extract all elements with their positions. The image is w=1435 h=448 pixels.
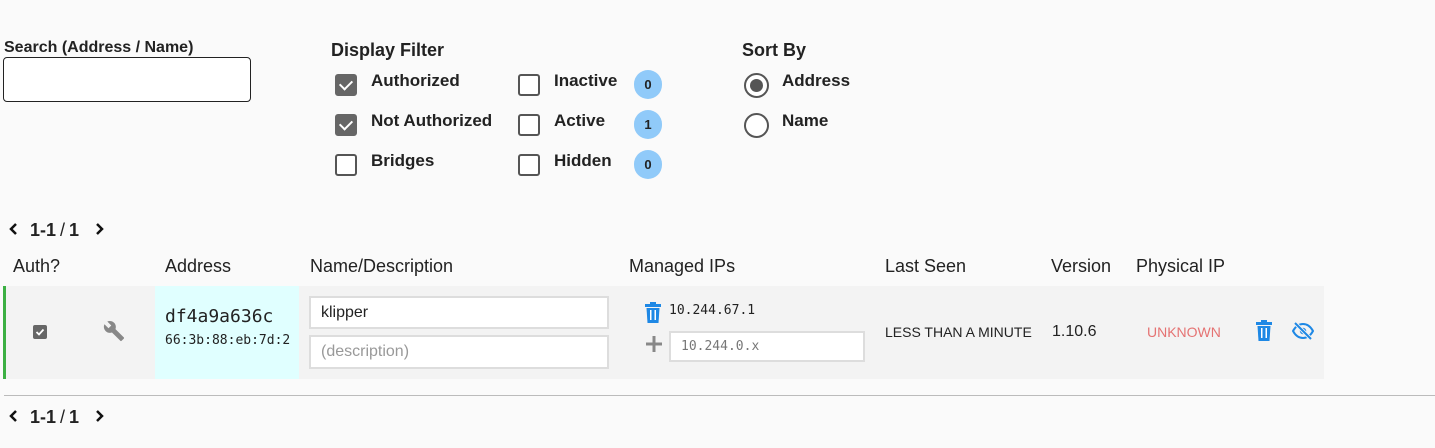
pager-top: 1-1 / 1 bbox=[2, 220, 111, 241]
sort-by-title: Sort By bbox=[742, 40, 807, 60]
pager-separator: / bbox=[60, 407, 66, 427]
inactive-label: Inactive bbox=[554, 71, 618, 90]
active-checkbox[interactable] bbox=[518, 114, 540, 136]
pager-total: 1 bbox=[69, 407, 80, 427]
chevron-left-icon[interactable] bbox=[2, 220, 24, 241]
header-last-seen: Last Seen bbox=[885, 256, 967, 276]
sort-name-radio[interactable] bbox=[744, 113, 769, 138]
sort-address-radio[interactable] bbox=[744, 73, 769, 98]
chevron-right-icon[interactable] bbox=[89, 407, 111, 428]
inactive-count-badge: 0 bbox=[634, 70, 662, 99]
pager-separator: / bbox=[60, 220, 66, 240]
not-authorized-checkbox[interactable] bbox=[335, 114, 357, 136]
plus-icon[interactable] bbox=[645, 335, 663, 358]
authorized-label: Authorized bbox=[371, 71, 460, 90]
member-mac: 66:3b:88:eb:7d:2 bbox=[165, 333, 291, 348]
sort-address-label: Address bbox=[782, 71, 851, 90]
new-ip-input[interactable]: 10.244.0.x bbox=[669, 331, 865, 362]
search-label: Search (Address / Name) bbox=[4, 39, 194, 56]
not-authorized-label: Not Authorized bbox=[371, 111, 493, 130]
auth-checkbox[interactable] bbox=[33, 325, 47, 339]
member-name-input[interactable]: klipper bbox=[309, 296, 609, 329]
sort-name-label: Name bbox=[782, 111, 829, 130]
bridges-label: Bridges bbox=[371, 151, 435, 170]
chevron-left-icon[interactable] bbox=[2, 407, 24, 428]
header-managed-ips: Managed IPs bbox=[629, 256, 736, 276]
managed-ip: 10.244.67.1 bbox=[669, 303, 756, 318]
authorized-checkbox[interactable] bbox=[335, 74, 357, 96]
inactive-checkbox[interactable] bbox=[518, 74, 540, 96]
pager-total: 1 bbox=[69, 220, 80, 240]
physical-ip-value: UNKNOWN bbox=[1147, 324, 1221, 340]
header-address: Address bbox=[165, 256, 232, 276]
header-name: Name/Description bbox=[310, 256, 454, 276]
pager-range: 1-1 bbox=[30, 407, 57, 427]
version-value: 1.10.6 bbox=[1052, 323, 1097, 340]
header-auth: Auth? bbox=[13, 256, 61, 276]
display-filter-title: Display Filter bbox=[331, 40, 445, 60]
trash-icon[interactable] bbox=[644, 302, 662, 328]
member-address: df4a9a636c bbox=[165, 306, 274, 327]
eye-slash-icon[interactable] bbox=[1291, 321, 1315, 346]
search-input[interactable] bbox=[3, 57, 251, 102]
delete-member-trash-icon[interactable] bbox=[1255, 320, 1273, 346]
chevron-right-icon[interactable] bbox=[89, 220, 111, 241]
active-count-badge: 1 bbox=[634, 110, 662, 139]
last-seen-value: LESS THAN A MINUTE bbox=[885, 324, 1032, 340]
bridges-checkbox[interactable] bbox=[335, 154, 357, 176]
pager-bottom: 1-1 / 1 bbox=[2, 407, 111, 428]
header-physical-ip: Physical IP bbox=[1136, 256, 1226, 276]
header-version: Version bbox=[1051, 256, 1112, 276]
divider bbox=[4, 395, 1435, 396]
pager-range: 1-1 bbox=[30, 220, 57, 240]
hidden-count-badge: 0 bbox=[634, 150, 662, 179]
member-description-input[interactable]: (description) bbox=[309, 335, 609, 369]
wrench-icon[interactable] bbox=[103, 320, 125, 347]
hidden-label: Hidden bbox=[554, 151, 612, 170]
active-label: Active bbox=[554, 111, 606, 130]
hidden-checkbox[interactable] bbox=[518, 154, 540, 176]
